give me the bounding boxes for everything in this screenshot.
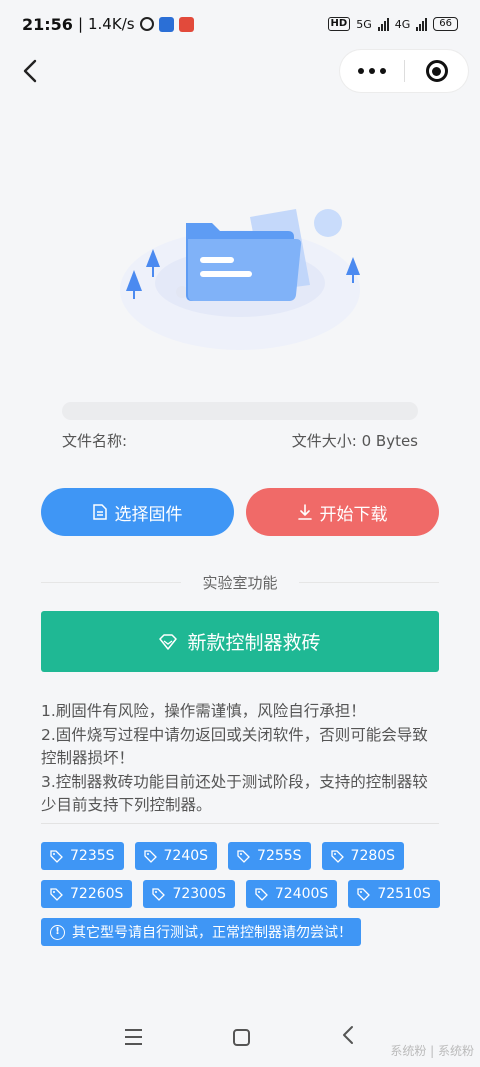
- start-download-label: 开始下载: [319, 504, 388, 525]
- model-tag: 72300S: [143, 880, 235, 908]
- net-4g-label: 4G: [394, 17, 411, 31]
- chevron-left-icon: [342, 1026, 353, 1044]
- diamond-icon: [159, 633, 178, 650]
- tag-icon: [143, 849, 157, 863]
- file-name-label: 文件名称:: [62, 432, 128, 450]
- menu-icon: [125, 1029, 143, 1031]
- app-notification-icon: [158, 16, 174, 32]
- status-time: 21:56: [22, 14, 73, 34]
- model-tag-label: 72400S: [274, 886, 329, 902]
- home-button[interactable]: [232, 1028, 250, 1046]
- download-icon: [297, 504, 312, 520]
- miniprogram-capsule: [340, 50, 468, 92]
- warning-notes: 1.刷固件有风险，操作需谨慎，风险自行承担！ 2.固件烧写过程中请勿返回或关闭软…: [41, 700, 441, 818]
- info-icon: !: [50, 924, 65, 940]
- empty-folder-illustration: [120, 209, 360, 350]
- model-tag: 72400S: [245, 880, 338, 908]
- model-tag-label: 7255S: [257, 848, 302, 864]
- status-bar: 21:56 | 1.4K/s HD 5G 4G 66: [0, 0, 480, 48]
- model-tag: 72260S: [41, 880, 133, 908]
- tag-icon: [152, 887, 166, 901]
- chevron-left-icon: [23, 59, 37, 83]
- more-dots-icon: [358, 68, 364, 74]
- signal-icon: [377, 17, 389, 31]
- supported-models: 7235S 7240S 7255S 7280S 72260S 72300S 72…: [41, 842, 441, 946]
- signal-icon-2: [416, 17, 428, 31]
- status-separator: |: [77, 15, 83, 33]
- model-tag: 72510S: [348, 880, 440, 908]
- tag-icon: [255, 887, 268, 901]
- model-tag-label: 7240S: [163, 848, 209, 864]
- system-back-button[interactable]: [341, 1025, 355, 1049]
- note-item: 3.控制器救砖功能目前还处于测试阶段，支持的控制器较少目前支持下列控制器。: [41, 772, 428, 815]
- network-speed: 1.4K/s: [88, 15, 135, 33]
- model-tag-label: 7235S: [70, 848, 115, 864]
- file-size-label: 文件大小: 0 Bytes: [291, 432, 418, 450]
- rescue-controller-label: 新款控制器救砖: [187, 632, 321, 654]
- action-button-row: 选择固件 开始下载: [41, 488, 439, 536]
- file-info: 文件名称: 文件大小: 0 Bytes: [62, 430, 418, 451]
- tag-icon: [50, 887, 63, 901]
- hd-icon: HD: [327, 17, 351, 31]
- recent-apps-button[interactable]: [125, 1029, 143, 1045]
- select-firmware-button[interactable]: 选择固件: [41, 488, 234, 536]
- divider: [41, 823, 439, 824]
- model-tag-label: 7280S: [350, 848, 396, 864]
- app-notification-icon-2: [178, 16, 194, 32]
- battery-icon: 66: [433, 17, 458, 31]
- lab-section-title: 实验室功能: [41, 572, 439, 593]
- download-progress-bar: [62, 402, 418, 420]
- select-firmware-label: 选择固件: [114, 504, 183, 525]
- model-tag-label: 72260S: [70, 886, 124, 902]
- model-tag-label: 72510S: [377, 886, 431, 902]
- note-item: 1.刷固件有风险，操作需谨慎，风险自行承担！: [41, 702, 366, 720]
- model-tag-label: 72300S: [172, 886, 226, 902]
- document-icon: [92, 504, 107, 520]
- start-download-button[interactable]: 开始下载: [246, 488, 439, 536]
- tag-icon: [330, 849, 344, 863]
- model-tag: 7280S: [321, 842, 405, 870]
- warning-tag-label: 其它型号请自行测试，正常控制器请勿尝试！: [72, 925, 352, 941]
- tag-icon: [357, 887, 371, 901]
- rescue-controller-button[interactable]: 新款控制器救砖: [41, 611, 439, 672]
- watermark: 系统粉 | 系统粉: [390, 1044, 474, 1058]
- net-5g-label: 5G: [356, 17, 372, 31]
- tag-icon: [50, 849, 63, 863]
- alarm-icon: [139, 17, 154, 31]
- tag-icon: [237, 849, 250, 863]
- warning-tag: ! 其它型号请自行测试，正常控制器请勿尝试！: [41, 918, 361, 946]
- model-tag: 7255S: [228, 842, 311, 870]
- model-tag: 7235S: [41, 842, 124, 870]
- more-button[interactable]: [340, 50, 404, 92]
- note-item: 2.固件烧写过程中请勿返回或关闭软件，否则可能会导致控制器损坏！: [41, 725, 428, 768]
- back-button[interactable]: [14, 54, 46, 88]
- model-tag: 7240S: [134, 842, 218, 870]
- close-miniprogram-button[interactable]: [405, 50, 468, 92]
- target-icon: [425, 60, 448, 82]
